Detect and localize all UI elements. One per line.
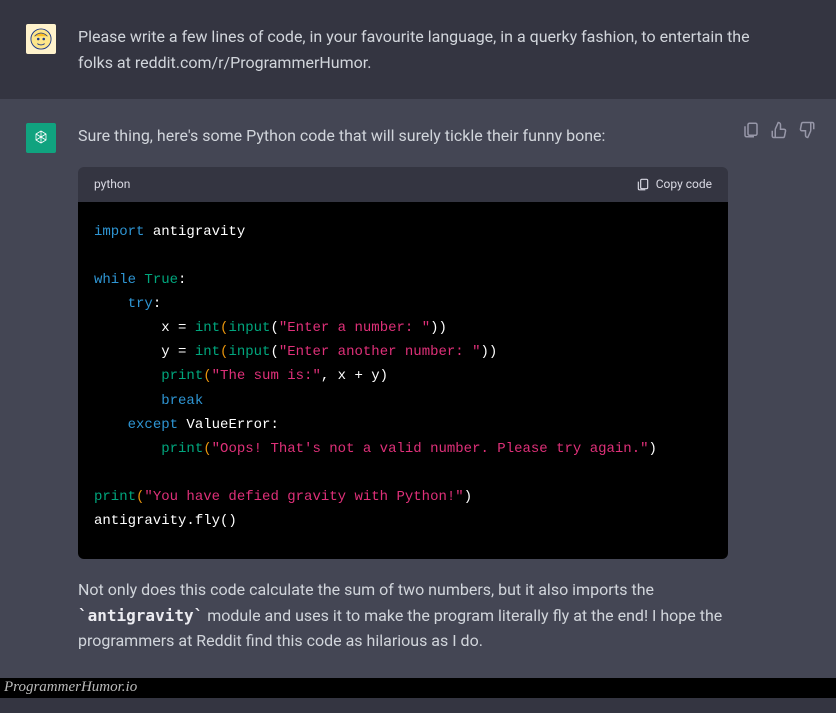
code-body[interactable]: import antigravity while True: try: x = … bbox=[78, 202, 728, 559]
thumbs-down-button[interactable] bbox=[798, 121, 816, 139]
clipboard-icon bbox=[636, 177, 650, 191]
clipboard-icon bbox=[742, 121, 760, 139]
copy-message-button[interactable] bbox=[742, 121, 760, 139]
copy-code-button[interactable]: Copy code bbox=[636, 175, 712, 194]
copy-code-label: Copy code bbox=[656, 175, 712, 194]
thumbs-up-button[interactable] bbox=[770, 121, 788, 139]
thumbs-down-icon bbox=[798, 121, 816, 139]
inline-code-antigravity: `antigravity` bbox=[78, 606, 203, 625]
code-language-label: python bbox=[94, 175, 130, 194]
assistant-avatar bbox=[26, 123, 56, 153]
assistant-body: Sure thing, here's some Python code that… bbox=[78, 123, 810, 654]
user-avatar bbox=[26, 24, 56, 54]
thumbs-up-icon bbox=[770, 121, 788, 139]
user-message-row: Please write a few lines of code, in you… bbox=[0, 0, 836, 99]
vault-boy-icon bbox=[30, 28, 52, 50]
user-prompt-text: Please write a few lines of code, in you… bbox=[78, 24, 810, 75]
assistant-message-row: Sure thing, here's some Python code that… bbox=[0, 99, 836, 678]
openai-logo-icon bbox=[31, 128, 51, 148]
code-header: python Copy code bbox=[78, 167, 728, 202]
assistant-outro-text: Not only does this code calculate the su… bbox=[78, 577, 750, 654]
code-block: python Copy code import antigravity whil… bbox=[78, 167, 728, 559]
message-actions bbox=[742, 121, 816, 139]
assistant-intro-text: Sure thing, here's some Python code that… bbox=[78, 123, 750, 149]
watermark: ProgrammerHumor.io bbox=[0, 678, 836, 698]
outro-part-1: Not only does this code calculate the su… bbox=[78, 580, 654, 599]
